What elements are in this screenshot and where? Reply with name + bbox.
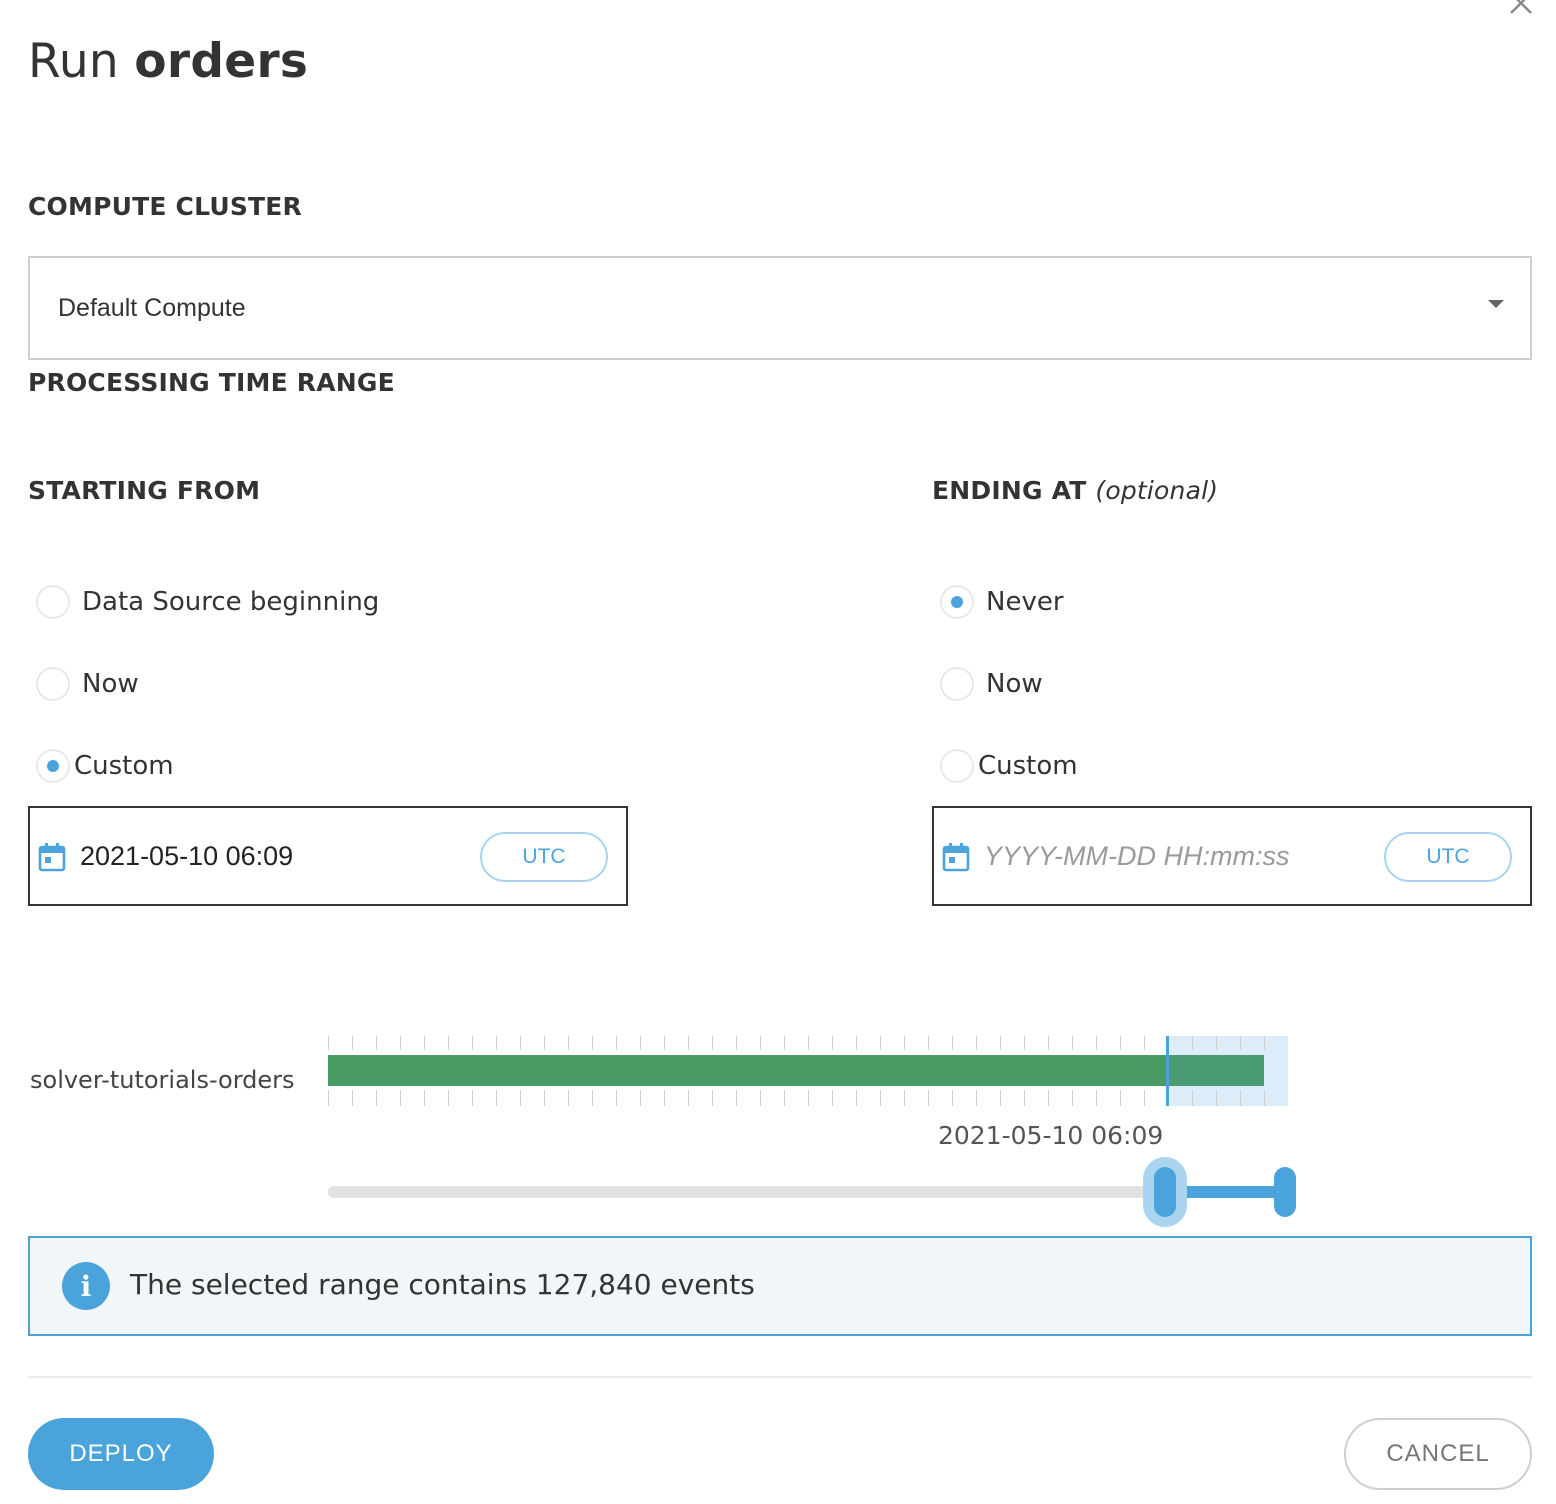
end-date-input[interactable] xyxy=(984,834,1374,878)
radio-button-checked[interactable] xyxy=(36,749,70,783)
radio-label: Now xyxy=(986,669,1043,699)
starting-from-label: STARTING FROM xyxy=(28,476,261,505)
compute-cluster-value: Default Compute xyxy=(58,294,246,322)
radio-label: Now xyxy=(82,669,139,699)
end-option-custom[interactable]: Custom xyxy=(940,749,1078,783)
radio-button[interactable] xyxy=(36,585,70,619)
ending-at-label: ENDING AT (optional) xyxy=(932,476,1218,505)
event-count-info-banner: i The selected range contains 127,840 ev… xyxy=(28,1236,1532,1336)
start-date-input[interactable] xyxy=(80,834,470,878)
radio-button-checked[interactable] xyxy=(940,585,974,619)
data-availability-bar-selected xyxy=(1167,1055,1264,1086)
range-slider-end-handle[interactable] xyxy=(1274,1167,1296,1217)
ending-at-label-text: ENDING AT xyxy=(932,476,1087,505)
calendar-icon[interactable] xyxy=(942,842,970,872)
radio-label: Custom xyxy=(74,751,174,781)
compute-cluster-label: COMPUTE CLUSTER xyxy=(28,192,303,221)
cancel-button[interactable]: CANCEL xyxy=(1344,1418,1532,1490)
radio-label: Never xyxy=(986,587,1064,617)
chevron-down-icon xyxy=(1488,300,1504,308)
start-timezone-button[interactable]: UTC xyxy=(480,832,608,882)
radio-button[interactable] xyxy=(940,667,974,701)
end-timezone-button[interactable]: UTC xyxy=(1384,832,1512,882)
data-availability-bar xyxy=(328,1055,1264,1086)
start-option-now[interactable]: Now xyxy=(36,667,139,701)
start-option-custom[interactable]: Custom xyxy=(36,749,174,783)
radio-button[interactable] xyxy=(36,667,70,701)
end-option-now[interactable]: Now xyxy=(940,667,1043,701)
optional-hint: (optional) xyxy=(1095,476,1219,505)
end-option-never[interactable]: Never xyxy=(940,585,1064,619)
data-timeline xyxy=(328,1036,1288,1106)
range-slider-start-handle[interactable] xyxy=(1143,1157,1187,1227)
dialog-title-pipeline-name: orders xyxy=(134,34,309,89)
dialog-title-prefix: Run xyxy=(28,34,135,89)
start-date-field[interactable]: UTC xyxy=(28,806,628,906)
deploy-button[interactable]: DEPLOY xyxy=(28,1418,214,1490)
start-option-data-source-beginning[interactable]: Data Source beginning xyxy=(36,585,379,619)
end-date-field[interactable]: UTC xyxy=(932,806,1532,906)
dialog-title: Run orders xyxy=(28,34,308,89)
data-source-name: solver-tutorials-orders xyxy=(30,1066,295,1094)
event-count-message: The selected range contains 127,840 even… xyxy=(130,1268,755,1301)
radio-button[interactable] xyxy=(940,749,974,783)
calendar-icon[interactable] xyxy=(38,842,66,872)
processing-time-range-label: PROCESSING TIME RANGE xyxy=(28,368,395,397)
radio-label: Data Source beginning xyxy=(82,587,380,617)
close-icon[interactable] xyxy=(1508,0,1534,16)
radio-label: Custom xyxy=(978,751,1078,781)
selection-start-label: 2021-05-10 06:09 xyxy=(938,1121,1164,1150)
info-icon: i xyxy=(62,1262,110,1310)
footer-divider xyxy=(28,1376,1532,1378)
compute-cluster-select[interactable]: Default Compute xyxy=(28,256,1532,360)
